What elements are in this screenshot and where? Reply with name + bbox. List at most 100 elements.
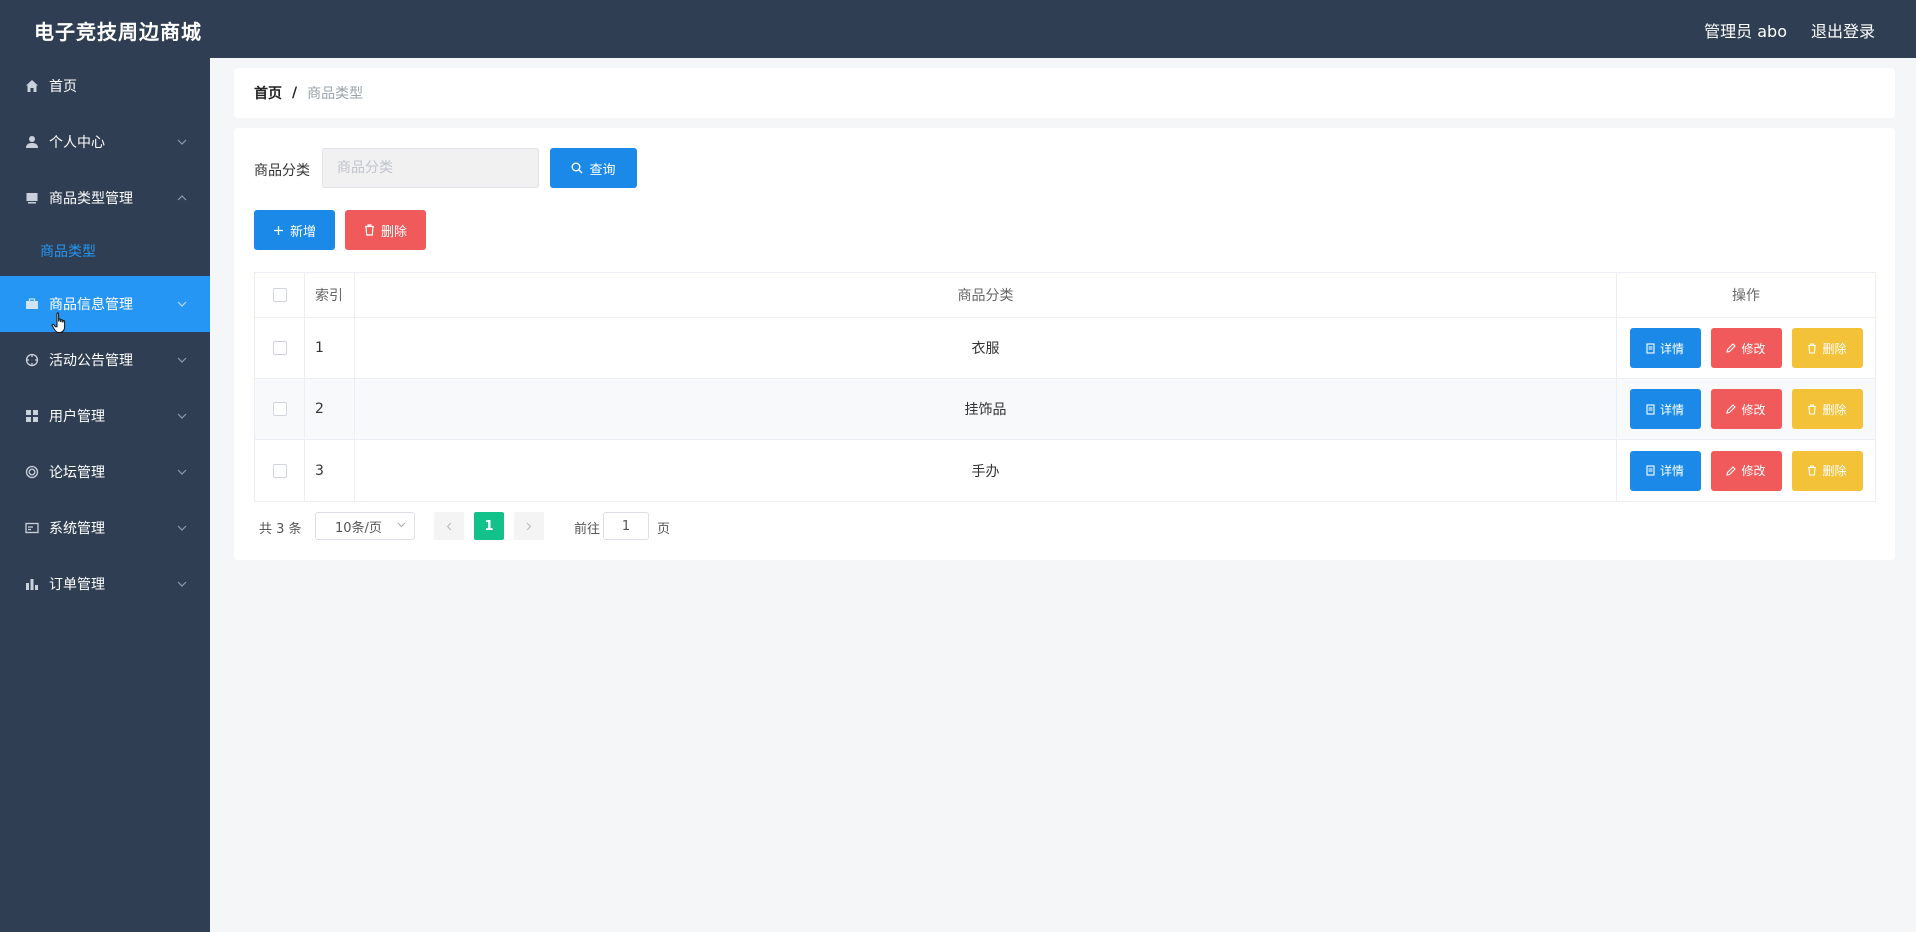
home-icon xyxy=(24,78,40,94)
sidebar-item-label: 系统管理 xyxy=(49,521,105,537)
table-header-row: 索引 商品分类 操作 xyxy=(255,273,1875,318)
grid-icon xyxy=(24,408,40,424)
add-label: 新增 xyxy=(289,224,316,240)
column-header-actions: 操作 xyxy=(1732,288,1760,304)
delete-label: 删除 xyxy=(1822,341,1847,356)
chevron-right-icon xyxy=(526,522,532,530)
add-button[interactable]: 新增 xyxy=(254,210,335,250)
chevron-up-icon xyxy=(176,192,188,204)
sidebar-subitem-product-type[interactable]: 商品类型 xyxy=(0,226,210,276)
trash-icon xyxy=(1808,465,1817,476)
plus-icon xyxy=(273,225,283,235)
chevron-down-icon xyxy=(176,578,188,590)
sidebar-item-personal-center[interactable]: 个人中心 xyxy=(0,114,210,170)
box-icon xyxy=(24,190,40,206)
top-bar: 电子竞技周边商城 管理员 abo 退出登录 xyxy=(0,0,1916,58)
edit-button[interactable]: 修改 xyxy=(1710,450,1782,491)
page-size-value: 10条/页 xyxy=(335,520,382,536)
detail-button[interactable]: 详情 xyxy=(1629,450,1701,491)
sidebar-item-label: 活动公告管理 xyxy=(49,353,133,369)
detail-button[interactable]: 详情 xyxy=(1629,389,1701,429)
user-icon xyxy=(24,134,40,150)
sidebar: 首页 个人中心 商品类型管理 商品类型 商品信息管理 活动公告管理 用户管理 论… xyxy=(0,58,210,932)
admin-user-label[interactable]: 管理员 abo xyxy=(1704,18,1787,42)
edit-button[interactable]: 修改 xyxy=(1710,328,1782,368)
row-checkbox[interactable] xyxy=(272,402,287,416)
pencil-icon xyxy=(1726,404,1737,414)
edit-label: 修改 xyxy=(1741,341,1766,356)
briefcase-icon xyxy=(24,296,40,312)
delete-button[interactable]: 删除 xyxy=(1791,450,1863,491)
goto-label: 前往 xyxy=(574,522,601,537)
sidebar-item-product-type-mgmt[interactable]: 商品类型管理 xyxy=(0,170,210,226)
detail-label: 详情 xyxy=(1659,341,1684,356)
page-jump-input[interactable] xyxy=(603,512,649,540)
sidebar-item-announcement-mgmt[interactable]: 活动公告管理 xyxy=(0,332,210,388)
app-title: 电子竞技周边商城 xyxy=(34,20,202,44)
sidebar-item-home[interactable]: 首页 xyxy=(0,58,210,114)
chevron-down-icon xyxy=(176,466,188,478)
row-checkbox[interactable] xyxy=(272,341,287,355)
detail-button[interactable]: 详情 xyxy=(1629,328,1701,368)
edit-button[interactable]: 修改 xyxy=(1710,389,1782,429)
query-button[interactable]: 查询 xyxy=(550,148,637,188)
total-count: 共 3 条 xyxy=(259,522,302,537)
page-number-current[interactable]: 1 xyxy=(474,512,504,540)
prev-page-button[interactable] xyxy=(434,512,464,540)
sidebar-item-label: 商品信息管理 xyxy=(49,297,133,313)
category-table: 索引 商品分类 操作 1 衣服 详情 修改 删除 2 挂饰品 详情 修改 删除 … xyxy=(254,272,1876,502)
circle-icon xyxy=(24,464,40,480)
chevron-down-icon xyxy=(176,136,188,148)
bar-chart-icon xyxy=(24,576,40,592)
select-all-checkbox[interactable] xyxy=(272,288,287,302)
sidebar-item-label: 商品类型管理 xyxy=(49,191,133,207)
category-search-input[interactable] xyxy=(322,148,539,188)
page-suffix-label: 页 xyxy=(657,522,671,537)
breadcrumb-current: 商品类型 xyxy=(307,86,364,102)
delete-button[interactable]: 删除 xyxy=(1791,389,1863,429)
sidebar-item-system-mgmt[interactable]: 系统管理 xyxy=(0,500,210,556)
edit-label: 修改 xyxy=(1741,464,1766,478)
row-category: 手办 xyxy=(355,440,1617,501)
column-header-category: 商品分类 xyxy=(355,273,1617,317)
delete-label: 删除 xyxy=(1822,464,1847,478)
next-page-button[interactable] xyxy=(514,512,544,540)
trash-icon xyxy=(364,224,374,236)
search-label: 商品分类 xyxy=(254,163,310,179)
pencil-icon xyxy=(1726,343,1737,353)
delete-button[interactable]: 删除 xyxy=(1791,328,1863,368)
row-category: 挂饰品 xyxy=(355,379,1617,439)
document-icon xyxy=(1646,342,1655,354)
sidebar-item-label: 个人中心 xyxy=(49,135,105,151)
sidebar-item-label: 论坛管理 xyxy=(49,465,105,481)
breadcrumb-home[interactable]: 首页 xyxy=(254,83,282,103)
sidebar-item-forum-mgmt[interactable]: 论坛管理 xyxy=(0,444,210,500)
sidebar-item-user-mgmt[interactable]: 用户管理 xyxy=(0,388,210,444)
document-icon xyxy=(1646,403,1655,415)
column-header-index: 索引 xyxy=(305,273,355,317)
delete-label: 删除 xyxy=(380,224,407,240)
row-category: 衣服 xyxy=(355,318,1617,378)
chevron-down-icon xyxy=(176,354,188,366)
query-label: 查询 xyxy=(589,162,616,178)
logout-link[interactable]: 退出登录 xyxy=(1811,18,1875,42)
row-index: 3 xyxy=(305,440,355,501)
chevron-down-icon xyxy=(397,522,406,528)
chevron-down-icon xyxy=(176,298,188,310)
row-checkbox[interactable] xyxy=(272,463,287,478)
batch-delete-button[interactable]: 删除 xyxy=(345,210,426,250)
trash-icon xyxy=(1808,403,1817,415)
chevron-down-icon xyxy=(176,522,188,534)
card-icon xyxy=(24,520,40,536)
compass-icon xyxy=(24,352,40,368)
detail-label: 详情 xyxy=(1659,402,1684,417)
document-icon xyxy=(1646,465,1655,476)
sidebar-item-order-mgmt[interactable]: 订单管理 xyxy=(0,556,210,612)
sidebar-item-product-info-mgmt[interactable]: 商品信息管理 xyxy=(0,276,210,332)
trash-icon xyxy=(1808,342,1817,354)
sidebar-item-label: 订单管理 xyxy=(49,577,105,593)
page-size-select[interactable]: 10条/页 xyxy=(315,512,415,540)
chevron-left-icon xyxy=(446,522,452,530)
table-row: 3 手办 详情 修改 删除 xyxy=(255,440,1875,501)
breadcrumb: 首页 / 商品类型 xyxy=(234,68,1895,118)
